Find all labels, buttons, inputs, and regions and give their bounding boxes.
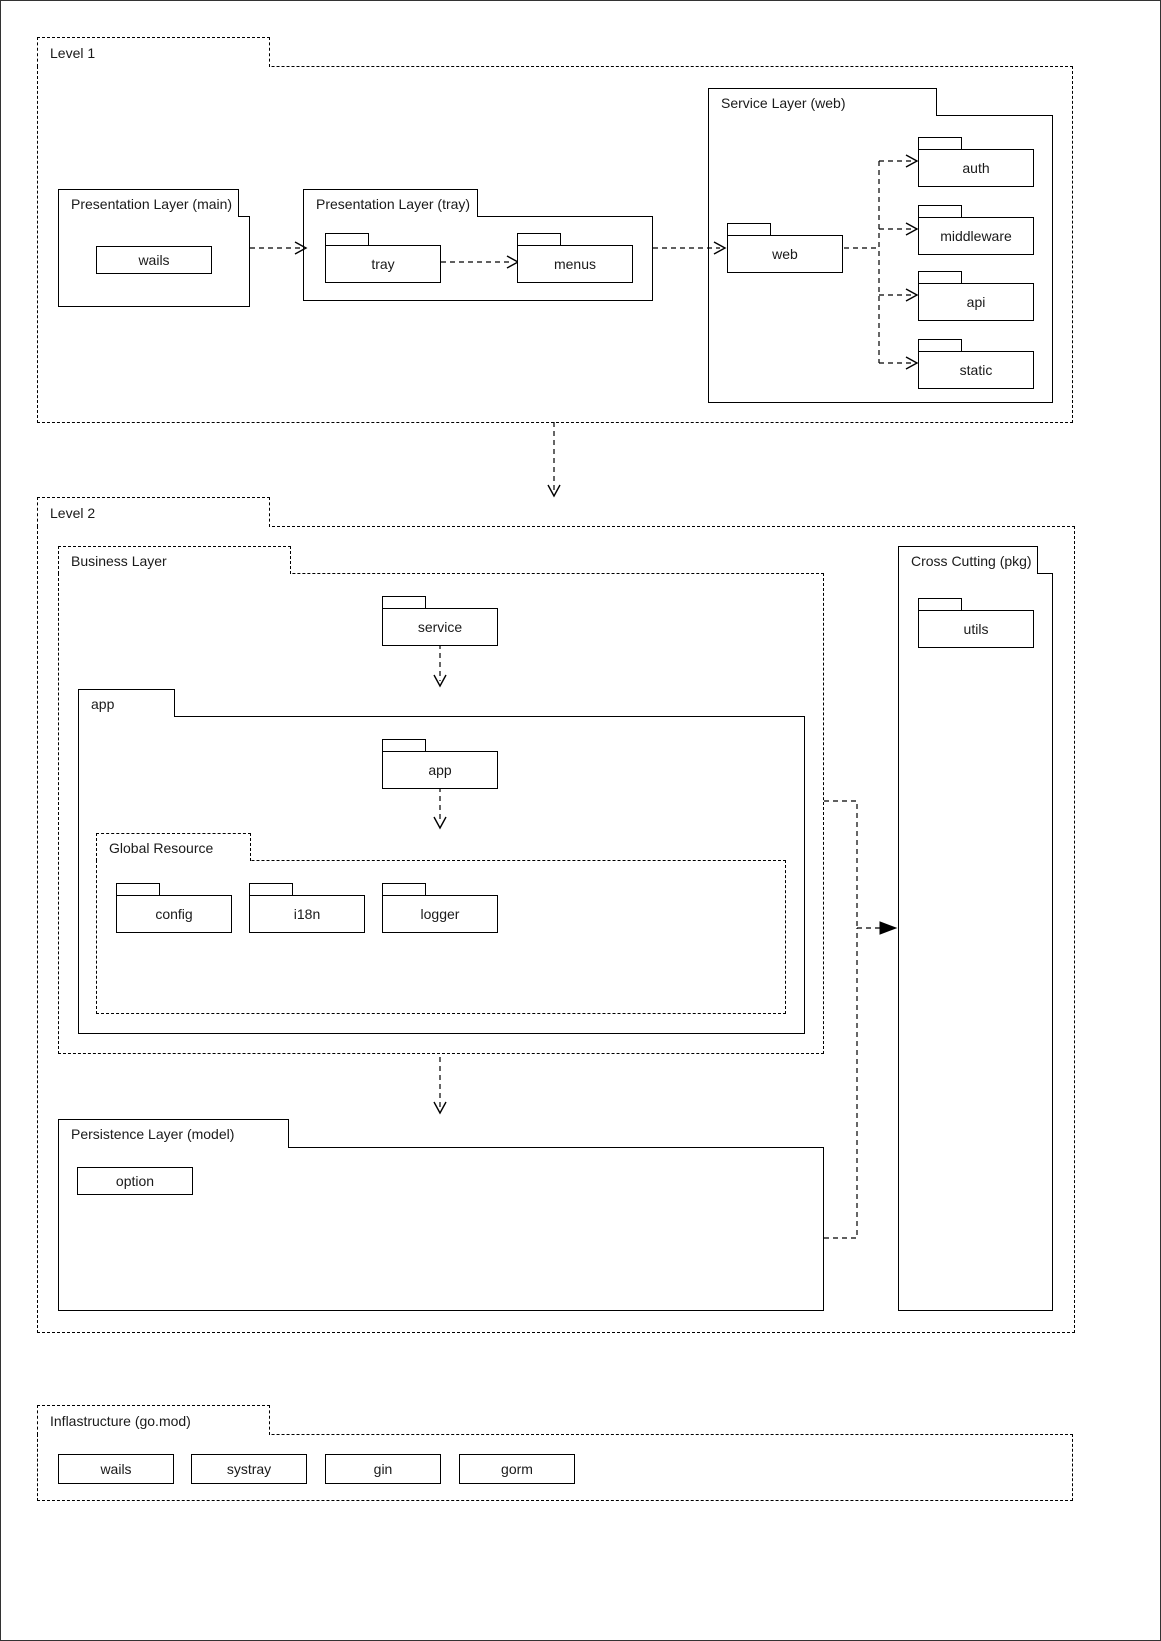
node-i18n-label: i18n bbox=[249, 895, 365, 933]
node-config-label: config bbox=[116, 895, 232, 933]
node-middleware[interactable]: middleware bbox=[918, 205, 1034, 255]
node-utils[interactable]: utils bbox=[918, 598, 1034, 648]
level-1-label: Level 1 bbox=[37, 37, 270, 68]
node-menus-label: menus bbox=[517, 245, 633, 283]
node-menus[interactable]: menus bbox=[517, 233, 633, 283]
cross-cutting-frame: Cross Cutting (pkg) bbox=[898, 546, 1053, 1311]
node-service-label: service bbox=[382, 608, 498, 646]
persistence-layer-frame: Persistence Layer (model) bbox=[58, 1119, 824, 1311]
node-dep-gorm[interactable]: gorm bbox=[459, 1454, 575, 1484]
infrastructure-frame: Inflastructure (go.mod) bbox=[37, 1405, 1073, 1501]
business-layer-label: Business Layer bbox=[58, 546, 291, 575]
node-app-label: app bbox=[382, 751, 498, 789]
node-api-label: api bbox=[918, 283, 1034, 321]
node-middleware-label: middleware bbox=[918, 217, 1034, 255]
node-static[interactable]: static bbox=[918, 339, 1034, 389]
cross-cutting-body bbox=[898, 573, 1053, 1311]
global-resource-label: Global Resource bbox=[96, 833, 251, 862]
node-logger-label: logger bbox=[382, 895, 498, 933]
cross-cutting-label: Cross Cutting (pkg) bbox=[898, 546, 1038, 575]
presentation-layer-main-label: Presentation Layer (main) bbox=[58, 189, 239, 218]
node-web-label: web bbox=[727, 235, 843, 273]
node-wails-main[interactable]: wails bbox=[96, 246, 212, 274]
node-dep-wails[interactable]: wails bbox=[58, 1454, 174, 1484]
node-utils-label: utils bbox=[918, 610, 1034, 648]
node-auth-label: auth bbox=[918, 149, 1034, 187]
node-tray-label: tray bbox=[325, 245, 441, 283]
node-static-label: static bbox=[918, 351, 1034, 389]
node-i18n[interactable]: i18n bbox=[249, 883, 365, 933]
node-service[interactable]: service bbox=[382, 596, 498, 646]
node-config[interactable]: config bbox=[116, 883, 232, 933]
node-app[interactable]: app bbox=[382, 739, 498, 789]
persistence-layer-label: Persistence Layer (model) bbox=[58, 1119, 289, 1149]
node-dep-gin[interactable]: gin bbox=[325, 1454, 441, 1484]
node-logger[interactable]: logger bbox=[382, 883, 498, 933]
infrastructure-label: Inflastructure (go.mod) bbox=[37, 1405, 270, 1436]
presentation-layer-tray-label: Presentation Layer (tray) bbox=[303, 189, 478, 218]
service-layer-label: Service Layer (web) bbox=[708, 88, 937, 117]
node-option[interactable]: option bbox=[77, 1167, 193, 1195]
node-api[interactable]: api bbox=[918, 271, 1034, 321]
diagram-canvas: Level 1 Presentation Layer (main) wails … bbox=[0, 0, 1161, 1641]
node-dep-systray[interactable]: systray bbox=[191, 1454, 307, 1484]
node-tray[interactable]: tray bbox=[325, 233, 441, 283]
node-auth[interactable]: auth bbox=[918, 137, 1034, 187]
node-web[interactable]: web bbox=[727, 223, 843, 273]
app-package-label: app bbox=[78, 689, 175, 718]
level-2-label: Level 2 bbox=[37, 497, 270, 528]
